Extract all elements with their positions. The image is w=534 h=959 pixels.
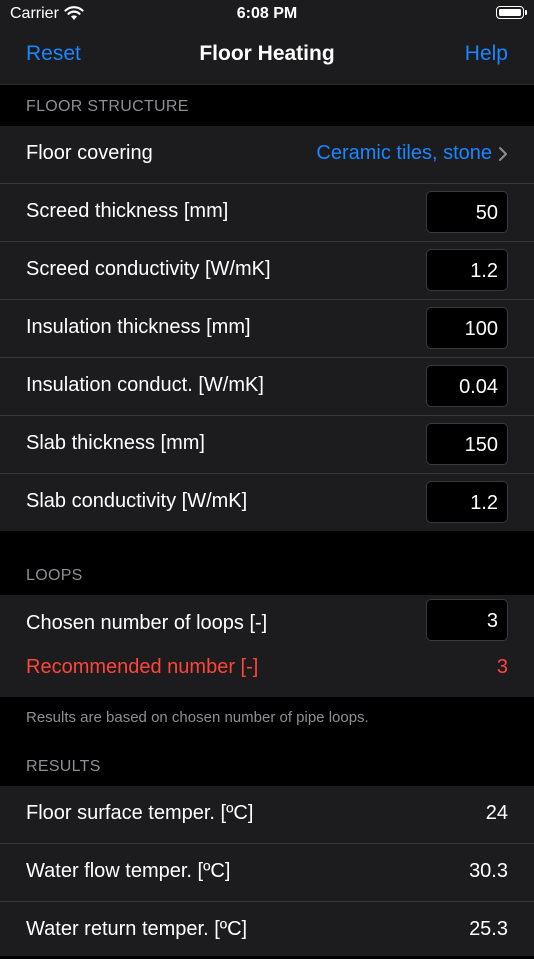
recommended-loops-value: 3	[496, 656, 508, 678]
water-flow-temp-row: Water flow temper. [ºC] 30.3	[0, 844, 534, 902]
results-group: Floor surface temper. [ºC] 24 Water flow…	[0, 786, 534, 956]
loops-footnote: Results are based on chosen number of pi…	[26, 709, 369, 726]
water-return-temp-value: 25.3	[469, 918, 508, 940]
recommended-loops-row: Recommended number [-] 3	[0, 647, 534, 697]
water-flow-temp-value: 30.3	[469, 860, 508, 882]
chosen-loops-row: Chosen number of loops [-] 3	[0, 595, 534, 647]
loops-group: Chosen number of loops [-] 3 Recommended…	[0, 595, 534, 697]
chevron-right-icon	[499, 147, 507, 161]
screed-thickness-label: Screed thickness [mm]	[26, 200, 229, 222]
screed-conductivity-label: Screed conductivity [W/mK]	[26, 258, 271, 280]
insulation-thickness-row: Insulation thickness [mm] 100	[0, 300, 534, 358]
chosen-loops-field[interactable]: 3	[426, 599, 508, 641]
recommended-loops-label: Recommended number [-]	[26, 656, 259, 678]
floor-structure-group: Floor covering Ceramic tiles, stone Scre…	[0, 126, 534, 531]
screed-conductivity-row: Screed conductivity [W/mK] 1.2	[0, 242, 534, 300]
floor-covering-row[interactable]: Floor covering Ceramic tiles, stone	[0, 126, 534, 184]
help-button[interactable]: Help	[465, 42, 508, 66]
chosen-loops-label: Chosen number of loops [-]	[26, 612, 268, 634]
water-flow-temp-label: Water flow temper. [ºC]	[26, 860, 231, 882]
slab-conductivity-label: Slab conductivity [W/mK]	[26, 490, 248, 512]
slab-thickness-field[interactable]: 150	[426, 423, 508, 465]
insulation-conductivity-row: Insulation conduct. [W/mK] 0.04	[0, 358, 534, 416]
floor-covering-label: Floor covering	[26, 142, 153, 164]
section-header-results: RESULTS	[26, 758, 101, 775]
slab-thickness-label: Slab thickness [mm]	[26, 432, 205, 454]
screed-thickness-field[interactable]: 50	[426, 191, 508, 233]
screed-conductivity-field[interactable]: 1.2	[426, 249, 508, 291]
slab-conductivity-field[interactable]: 1.2	[426, 481, 508, 523]
section-header-floor-structure: FLOOR STRUCTURE	[26, 98, 189, 115]
floor-covering-value[interactable]: Ceramic tiles, stone	[316, 142, 492, 165]
section-header-loops: LOOPS	[26, 567, 83, 584]
insulation-conductivity-label: Insulation conduct. [W/mK]	[26, 374, 264, 396]
navigation-bar: Reset Floor Heating Help	[0, 30, 534, 85]
screed-thickness-row: Screed thickness [mm] 50	[0, 184, 534, 242]
insulation-thickness-field[interactable]: 100	[426, 307, 508, 349]
status-bar: Carrier 6:08 PM	[0, 0, 534, 30]
clock: 6:08 PM	[236, 5, 298, 22]
floor-surface-temp-value: 24	[485, 802, 508, 824]
slab-thickness-row: Slab thickness [mm] 150	[0, 416, 534, 474]
water-return-temp-label: Water return temper. [ºC]	[26, 918, 248, 940]
water-return-temp-row: Water return temper. [ºC] 25.3	[0, 902, 534, 959]
battery-icon	[496, 6, 527, 19]
floor-surface-temp-label: Floor surface temper. [ºC]	[26, 802, 254, 824]
page-title: Floor Heating	[199, 42, 335, 65]
insulation-conductivity-field[interactable]: 0.04	[426, 365, 508, 407]
insulation-thickness-label: Insulation thickness [mm]	[26, 316, 251, 338]
slab-conductivity-row: Slab conductivity [W/mK] 1.2	[0, 474, 534, 531]
floor-surface-temp-row: Floor surface temper. [ºC] 24	[0, 786, 534, 844]
